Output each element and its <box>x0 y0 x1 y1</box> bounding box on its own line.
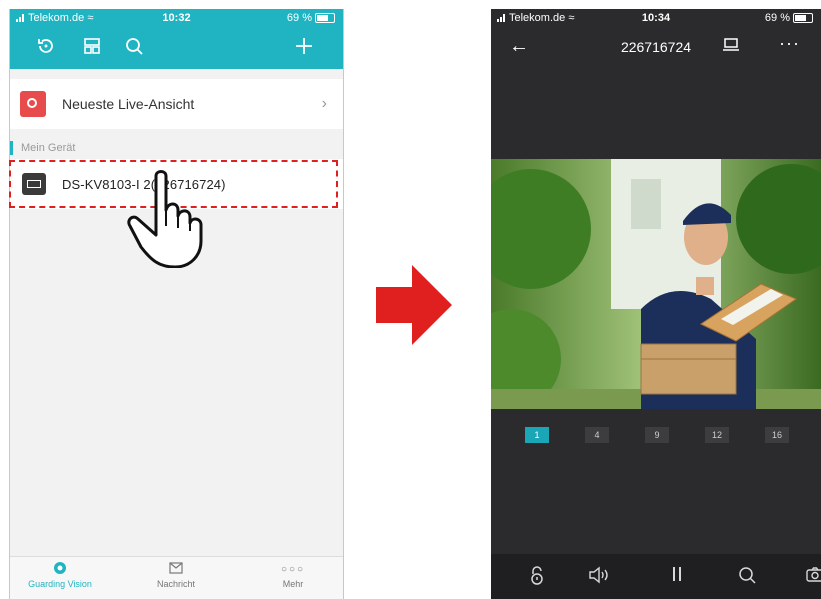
window-split-selector: 1 4 9 12 16 <box>491 427 821 445</box>
app-header: Telekom.de ≈ 10:32 69 % <box>10 9 343 69</box>
nav-label: Nachricht <box>156 579 195 589</box>
status-bar: Telekom.de ≈ 10:32 69 % <box>10 9 343 27</box>
battery: 69 % <box>765 12 813 24</box>
arrow-right-icon <box>376 265 452 345</box>
add-icon[interactable] <box>294 36 314 63</box>
split-option-4[interactable]: 4 <box>585 427 609 443</box>
nav-message[interactable]: Nachricht <box>126 561 226 589</box>
guarding-icon <box>10 561 110 579</box>
nav-label: Guarding Vision <box>28 579 92 589</box>
latest-live-view-item[interactable]: Neueste Live-Ansicht › <box>10 79 343 129</box>
camera-icon[interactable] <box>803 566 821 588</box>
more-options-button[interactable]: ··· <box>779 33 800 54</box>
split-option-12[interactable]: 12 <box>705 427 729 443</box>
section-label-my-device: Mein Gerät <box>10 141 75 155</box>
right-phone-screen: Telekom.de ≈ 10:34 69 % ← 226716724 ··· <box>491 9 821 599</box>
cast-icon[interactable] <box>723 38 739 52</box>
live-view-icon <box>20 91 46 117</box>
search-icon[interactable] <box>124 36 144 63</box>
playback-controls <box>491 554 821 599</box>
more-icon: ○○○ <box>280 564 306 575</box>
live-view-header: Telekom.de ≈ 10:34 69 % ← 226716724 ··· <box>491 9 821 81</box>
status-bar: Telekom.de ≈ 10:34 69 % <box>491 9 821 27</box>
live-view-label: Neueste Live-Ansicht <box>62 96 195 112</box>
pause-icon[interactable] <box>665 566 689 588</box>
nav-label: Mehr <box>282 579 304 589</box>
nav-guarding-vision[interactable]: Guarding Vision <box>10 561 110 589</box>
split-option-1[interactable]: 1 <box>525 427 549 443</box>
nav-more[interactable]: ○○○ Mehr <box>243 561 343 589</box>
left-phone-screen: Telekom.de ≈ 10:32 69 % Neueste Live-Ans… <box>9 9 344 599</box>
split-option-9[interactable]: 9 <box>645 427 669 443</box>
bottom-navigation: Guarding Vision Nachricht ○○○ Mehr <box>10 556 343 599</box>
live-video-feed[interactable] <box>491 159 821 409</box>
battery-icon <box>315 13 335 24</box>
zoom-search-icon[interactable] <box>735 566 759 588</box>
speaker-icon[interactable] <box>587 566 611 588</box>
battery: 69 % <box>287 12 335 24</box>
split-option-16[interactable]: 16 <box>765 427 789 443</box>
unlock-icon[interactable] <box>525 566 549 588</box>
battery-icon <box>793 13 813 24</box>
chevron-right-icon: › <box>321 95 327 112</box>
hand-pointer-icon <box>127 170 203 268</box>
device-icon <box>22 173 46 195</box>
toolbar <box>10 36 343 66</box>
refresh-icon[interactable] <box>36 36 56 63</box>
layout-icon[interactable] <box>82 36 102 63</box>
mail-icon <box>126 561 226 579</box>
device-title: 226716724 <box>620 39 692 55</box>
